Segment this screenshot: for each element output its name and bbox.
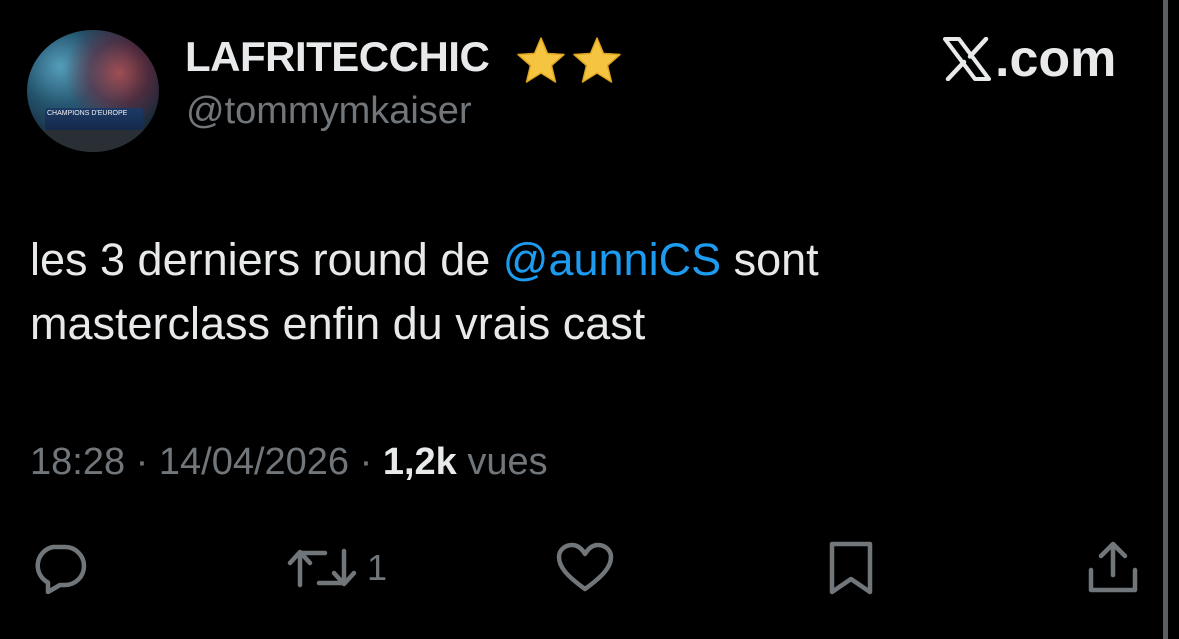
meta-separator: ·: [135, 441, 149, 483]
avatar-caption: CHAMPIONS D'EUROPE: [47, 110, 128, 117]
retweet-count: 1: [367, 547, 388, 588]
heart-icon: [555, 542, 615, 594]
tweet-meta: 18:28 · 14/04/2026 · 1,2k vues: [30, 441, 548, 484]
bookmark-icon: [825, 540, 877, 596]
views-label: vues: [467, 441, 548, 483]
avatar-bus: CHAMPIONS D'EUROPE: [45, 108, 143, 130]
brand-link[interactable]: .com: [943, 30, 1117, 88]
name-badges: [515, 36, 623, 86]
tweet-text-before: les 3 derniers round de: [30, 234, 503, 285]
tweet-card: CHAMPIONS D'EUROPE LAFRITECCHIC @tommymk…: [0, 0, 1179, 639]
brand-label: .com: [995, 30, 1117, 88]
like-button[interactable]: [555, 538, 615, 598]
x-logo-icon: [943, 37, 995, 81]
display-name[interactable]: LAFRITECCHIC: [185, 33, 490, 81]
tweet-date[interactable]: 14/04/2026: [159, 441, 349, 483]
share-button[interactable]: [1085, 538, 1141, 598]
views-count: 1,2k: [382, 441, 457, 483]
mention-link[interactable]: @aunniCS: [503, 234, 721, 285]
reply-button[interactable]: [30, 538, 88, 598]
star-emoji-icon: [571, 36, 623, 86]
user-handle[interactable]: @tommymkaiser: [186, 90, 472, 133]
reply-icon: [30, 542, 88, 594]
star-emoji-icon: [515, 36, 567, 86]
avatar-ground: [27, 130, 159, 152]
tweet-time[interactable]: 18:28: [30, 441, 125, 483]
avatar[interactable]: CHAMPIONS D'EUROPE: [27, 30, 159, 152]
scroll-edge: [1163, 0, 1168, 639]
bookmark-button[interactable]: [825, 538, 877, 598]
retweet-button[interactable]: 1: [287, 538, 387, 598]
meta-separator: ·: [359, 441, 373, 483]
share-icon: [1085, 540, 1141, 596]
tweet-text: les 3 derniers round de @aunniCS sont ma…: [30, 228, 1030, 356]
retweet-icon: [287, 543, 357, 593]
